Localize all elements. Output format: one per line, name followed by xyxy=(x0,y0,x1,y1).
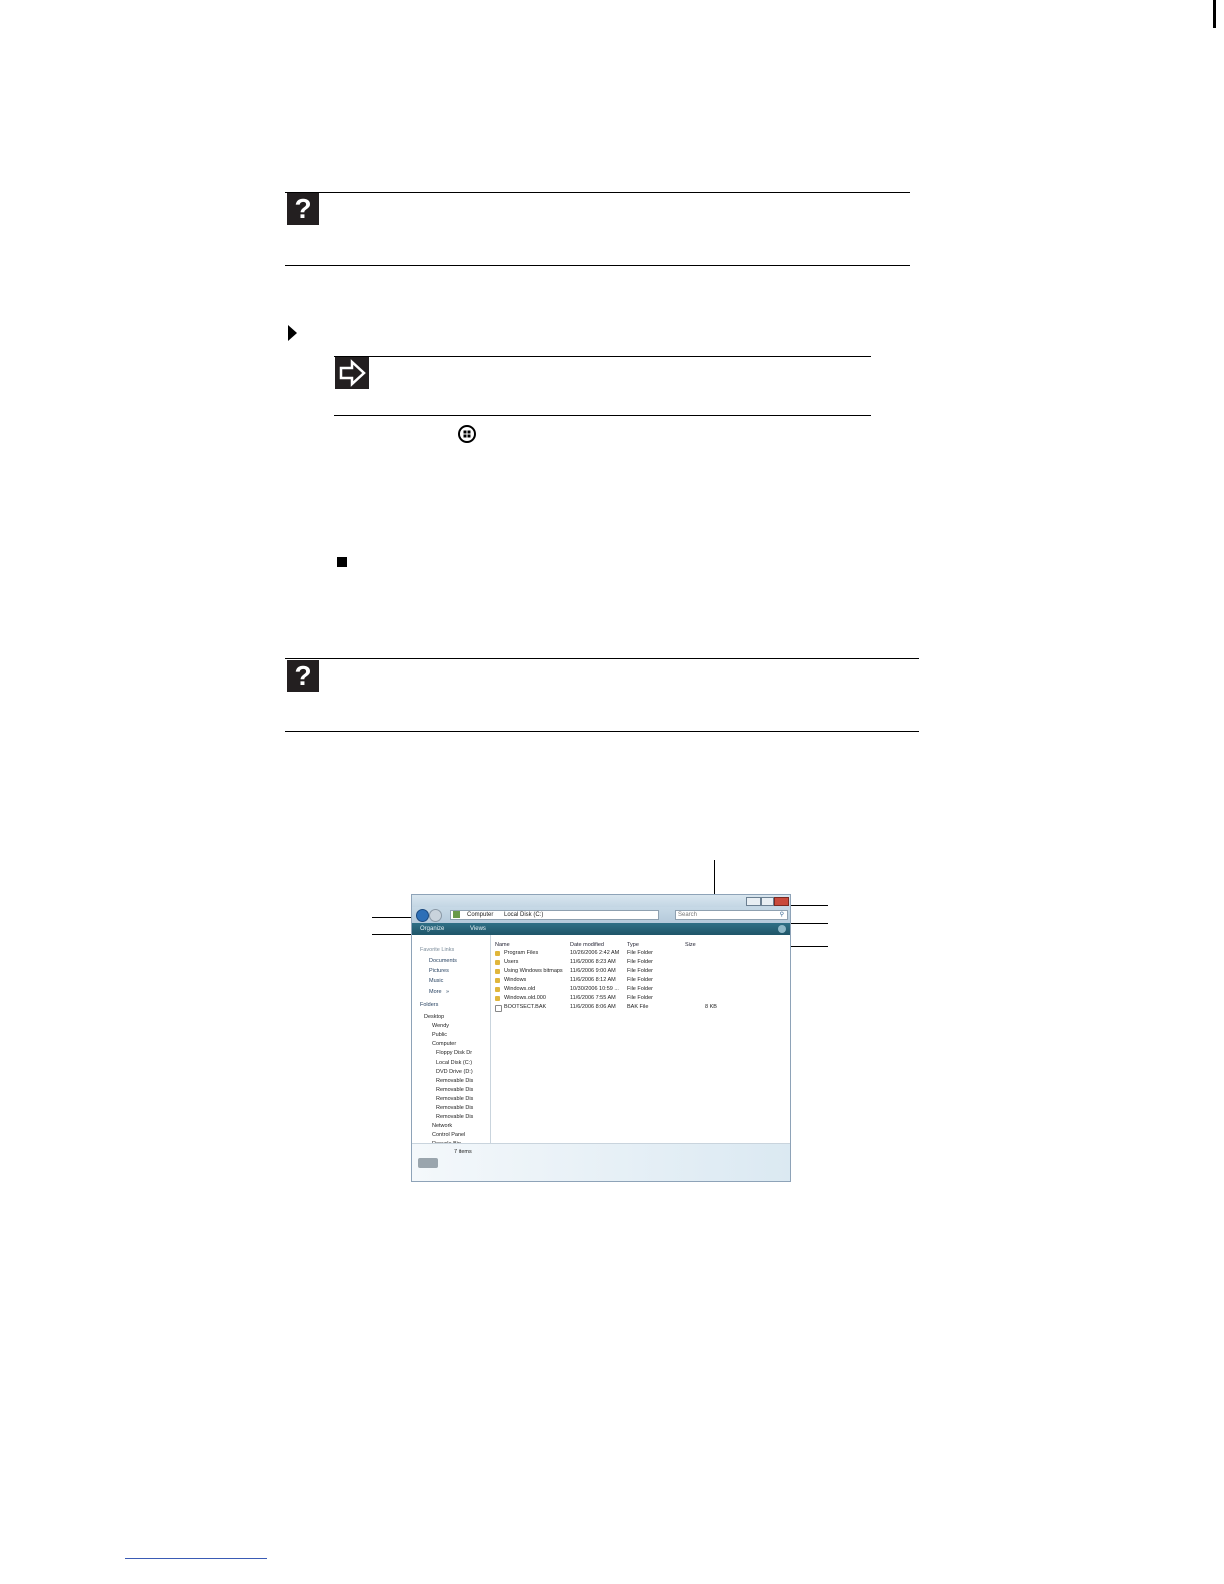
note-arrow-icon xyxy=(335,357,369,389)
folder-icon xyxy=(495,960,500,965)
back-button[interactable] xyxy=(416,909,429,922)
favorite-link[interactable]: Pictures xyxy=(429,968,449,975)
folder-tree-item[interactable]: Wendy xyxy=(432,1023,449,1030)
file-date: 11/6/2006 8:12 AM xyxy=(570,977,616,983)
file-icon xyxy=(495,1005,502,1012)
file-type: BAK File xyxy=(627,1004,649,1010)
more-link-glyph: » xyxy=(446,989,450,995)
file-row[interactable]: Program Files 10/26/2006 2:42 AM File Fold… xyxy=(492,949,790,958)
file-name: Using Windows bitmaps xyxy=(504,968,563,974)
page-edge-bar xyxy=(1213,0,1216,28)
note-box-top-rule xyxy=(334,356,871,357)
folder-icon xyxy=(495,969,500,974)
file-name: Windows.old.000 xyxy=(504,995,546,1001)
step-triangle-icon xyxy=(288,325,297,341)
command-toolbar: Organize Views xyxy=(412,923,790,935)
end-of-procedure-square-icon xyxy=(337,557,347,567)
item-count: 7 items xyxy=(454,1149,472,1155)
column-header-type[interactable]: Type xyxy=(627,941,639,949)
details-pane: 7 items xyxy=(412,1143,790,1181)
file-list: Name Date modified Type Size Program Fil… xyxy=(492,935,790,1143)
folder-tree-item[interactable]: Control Panel xyxy=(432,1132,465,1139)
file-type: File Folder xyxy=(627,968,653,974)
file-date: 10/30/2006 10:59 ... xyxy=(570,986,619,992)
folder-icon xyxy=(495,951,500,956)
file-type: File Folder xyxy=(627,950,653,956)
file-type: File Folder xyxy=(627,995,653,1001)
folder-tree-item[interactable]: Removable Dis xyxy=(436,1114,473,1121)
help-icon: ? xyxy=(287,193,319,225)
favorite-link[interactable]: Music xyxy=(429,978,443,985)
file-name: Users xyxy=(504,959,519,965)
help-box-bottom-rule xyxy=(285,265,910,266)
folder-tree-item[interactable]: DVD Drive (D:) xyxy=(436,1069,473,1076)
search-icon[interactable]: ⚲ xyxy=(780,912,784,919)
address-row: Computer Local Disk (C:) Search ⚲ xyxy=(412,907,790,923)
help-box-top-rule xyxy=(285,192,910,193)
file-type: File Folder xyxy=(627,959,653,965)
folder-tree-item[interactable]: Floppy Disk Dr xyxy=(436,1050,472,1057)
folder-tree-item[interactable]: Network xyxy=(432,1123,452,1130)
file-date: 11/6/2006 8:06 AM xyxy=(570,1004,616,1010)
file-name: Program Files xyxy=(504,950,539,956)
help-icon-2: ? xyxy=(287,660,319,692)
file-row[interactable]: Windows.old.000 11/6/2006 7:55 AM File Fol… xyxy=(492,994,790,1003)
search-placeholder: Search xyxy=(678,912,698,918)
folder-icon xyxy=(495,987,500,992)
file-date: 11/6/2006 9:00 AM xyxy=(570,968,616,974)
file-date: 11/6/2006 8:23 AM xyxy=(570,959,616,965)
folder-icon xyxy=(495,978,500,983)
drive-icon xyxy=(418,1158,438,1168)
file-name: BOOTSECT.BAK xyxy=(504,1004,547,1010)
more-link[interactable]: More xyxy=(429,989,442,996)
folder-tree-item[interactable]: Computer xyxy=(432,1041,456,1048)
file-row[interactable]: Windows.old 10/30/2006 10:59 ... File Fold… xyxy=(492,985,790,994)
folder-tree-item[interactable]: Local Disk (C:) xyxy=(436,1060,472,1067)
organize-button[interactable]: Organize xyxy=(420,923,444,935)
search-input[interactable]: Search ⚲ xyxy=(675,910,788,920)
explorer-window: Computer Local Disk (C:) Search ⚲ Organi… xyxy=(411,894,791,1182)
folder-icon xyxy=(495,996,500,1001)
folder-tree-item[interactable]: Removable Dis xyxy=(436,1105,473,1112)
help-box-2-top-rule xyxy=(285,658,919,659)
maximize-button[interactable] xyxy=(761,897,774,906)
file-row[interactable]: Using Windows bitmaps 11/6/2006 9:00 AM Fi… xyxy=(492,967,790,976)
folder-tree-item[interactable]: Removable Dis xyxy=(436,1087,473,1094)
file-row[interactable]: Windows 11/6/2006 8:12 AM File Folder xyxy=(492,976,790,985)
computer-icon xyxy=(453,911,460,918)
title-bar xyxy=(412,895,790,907)
address-bar[interactable]: Computer Local Disk (C:) xyxy=(450,910,659,920)
navigation-pane: Favorite Links Documents Pictures Music … xyxy=(412,935,491,1147)
address-crumb-local-disk[interactable]: Local Disk (C:) xyxy=(504,911,543,919)
address-crumb-computer[interactable]: Computer xyxy=(467,911,493,919)
favorite-links-header: Favorite Links xyxy=(420,947,455,953)
file-date: 11/6/2006 7:55 AM xyxy=(570,995,616,1001)
column-header-date[interactable]: Date modified xyxy=(570,941,604,949)
column-header-size[interactable]: Size xyxy=(685,941,696,949)
file-name: Windows xyxy=(504,977,527,983)
folder-tree-item[interactable]: Desktop xyxy=(424,1014,444,1021)
favorite-link[interactable]: Documents xyxy=(429,958,457,965)
folders-header[interactable]: Folders xyxy=(420,1002,438,1009)
views-button[interactable]: Views xyxy=(470,923,486,935)
file-row[interactable]: Users 11/6/2006 8:23 AM File Folder xyxy=(492,958,790,967)
file-type: File Folder xyxy=(627,986,653,992)
file-name: Windows.old xyxy=(504,986,536,992)
note-box-bottom-rule xyxy=(334,415,871,416)
footer-link-underline xyxy=(125,1558,267,1559)
minimize-button[interactable] xyxy=(746,897,761,906)
help-box-2-bottom-rule xyxy=(285,731,919,732)
folder-tree-item[interactable]: Public xyxy=(432,1032,447,1039)
close-button[interactable] xyxy=(774,897,789,906)
folder-tree-item[interactable]: Removable Dis xyxy=(436,1078,473,1085)
column-header-name[interactable]: Name xyxy=(495,941,510,949)
windows-start-icon xyxy=(458,425,476,443)
file-date: 10/26/2006 2:42 AM xyxy=(570,950,620,956)
file-size: 8 KB xyxy=(705,1004,717,1010)
file-row[interactable]: BOOTSECT.BAK 11/6/2006 8:06 AM BAK File 8 K… xyxy=(492,1003,790,1012)
forward-button[interactable] xyxy=(429,909,442,922)
help-icon-button[interactable] xyxy=(778,925,786,933)
file-type: File Folder xyxy=(627,977,653,983)
folder-tree-item[interactable]: Removable Dis xyxy=(436,1096,473,1103)
